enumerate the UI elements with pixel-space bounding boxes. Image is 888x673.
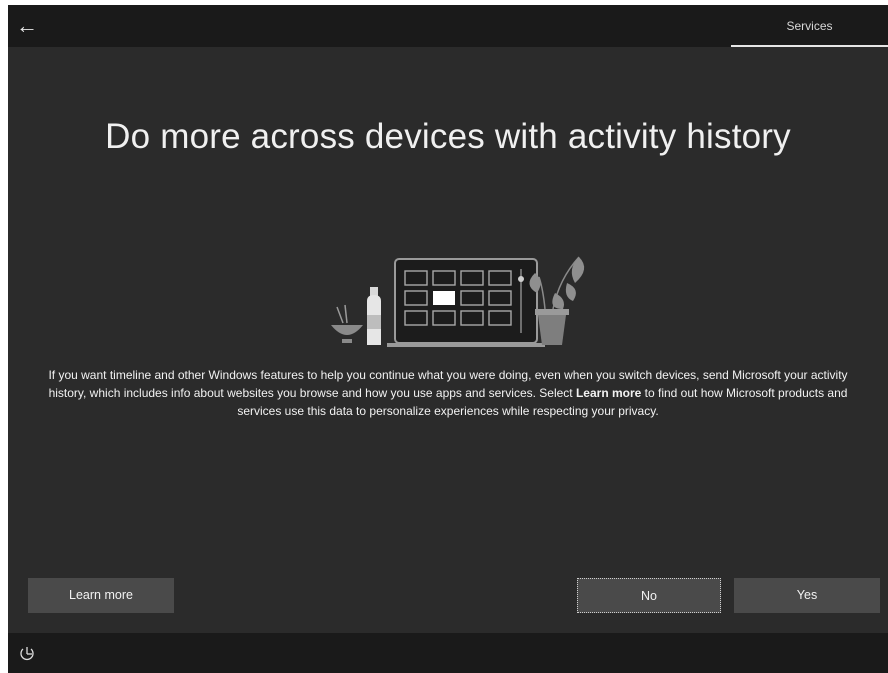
page-title: Do more across devices with activity his…: [105, 117, 791, 156]
activity-history-illustration: [331, 256, 585, 347]
learn-more-button[interactable]: Learn more: [28, 578, 174, 613]
back-arrow-icon[interactable]: ←: [10, 9, 44, 43]
learn-more-inline: Learn more: [575, 386, 642, 400]
description-text: If you want timeline and other Windows f…: [48, 366, 848, 420]
top-bar: ← Services: [8, 5, 888, 47]
step-tab-services: Services: [731, 5, 888, 47]
no-button[interactable]: No: [577, 578, 721, 613]
laptop-icon: [387, 258, 545, 347]
ease-of-access-icon[interactable]: [18, 645, 36, 663]
step-tab-underline: [731, 45, 888, 47]
yes-button[interactable]: Yes: [734, 578, 880, 613]
bottom-bar: [8, 633, 888, 673]
bowl-icon: [331, 304, 363, 343]
oobe-window: ← Services Do more across devices with a…: [8, 5, 888, 673]
step-tab-label: Services: [786, 19, 833, 33]
bottle-icon: [367, 287, 381, 345]
